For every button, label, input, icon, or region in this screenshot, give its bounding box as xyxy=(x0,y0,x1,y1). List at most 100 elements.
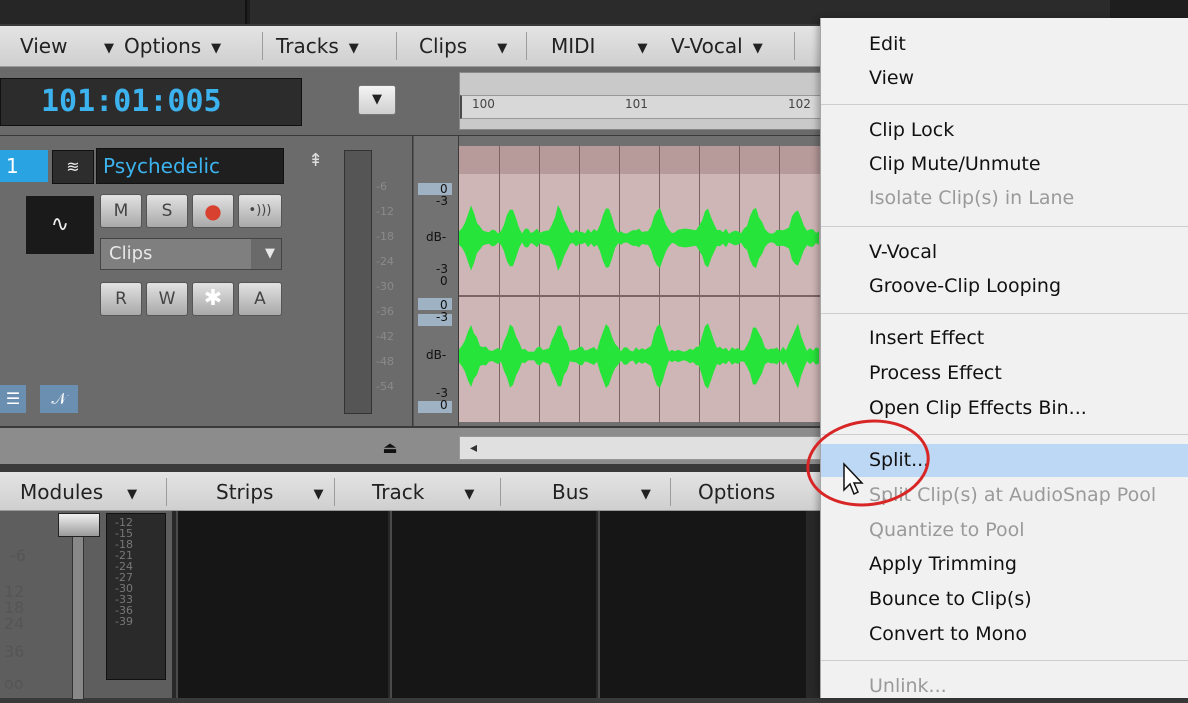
menu-clips[interactable]: Clips ▼ xyxy=(419,26,507,66)
menu-separator xyxy=(262,32,263,60)
collapse-arrow-icon[interactable]: ⇞ xyxy=(308,150,323,171)
menu-item-apply-trimming[interactable]: Apply Trimming xyxy=(821,548,1188,581)
meter-tick: -18 xyxy=(376,230,394,243)
menu-item-insert-effect[interactable]: Insert Effect xyxy=(821,322,1188,355)
clip-context-menu: Edit View Clip Lock Clip Mute/Unmute Iso… xyxy=(820,18,1188,698)
now-time-display[interactable]: 101:01:005 xyxy=(0,78,302,126)
menu-separator xyxy=(396,32,397,60)
menu-item-edit[interactable]: Edit xyxy=(821,28,1188,61)
eject-icon[interactable]: ⏏ xyxy=(375,438,405,458)
menu-clips-label: Clips xyxy=(419,34,468,58)
menu-item-unlink: Unlink... xyxy=(869,675,947,697)
clip-waveform xyxy=(459,146,820,422)
scroll-left-icon[interactable]: ◂ xyxy=(470,437,477,459)
input-echo-button[interactable]: •))) xyxy=(238,194,282,228)
read-automation-button[interactable]: R xyxy=(100,282,142,316)
menu-tracks-label: Tracks xyxy=(276,34,339,58)
menu-v-vocal[interactable]: V-Vocal ▼ xyxy=(671,26,763,66)
fx-bypass-button[interactable]: ✱ xyxy=(192,282,234,316)
meter-tick: -42 xyxy=(376,330,394,343)
waveform-channel-left xyxy=(459,205,819,271)
chevron-down-icon: ▼ xyxy=(464,487,475,502)
menu-item-view[interactable]: View xyxy=(821,62,1188,95)
menu-v-vocal-label: V-Vocal xyxy=(671,34,743,58)
console-menu-track-label: Track xyxy=(372,480,425,504)
chevron-down-icon: ▼ xyxy=(637,41,648,56)
meter-tick: -48 xyxy=(376,355,394,368)
menu-item-bounce-to-clips[interactable]: Bounce to Clip(s) xyxy=(821,583,1188,616)
meter-tick: -39 xyxy=(115,615,133,628)
chevron-down-icon: ▼ xyxy=(497,41,508,56)
menu-item-convert-to-mono[interactable]: Convert to Mono xyxy=(821,618,1188,651)
menu-item-isolate-clips: Isolate Clip(s) in Lane xyxy=(869,187,1075,209)
volume-fader-handle[interactable] xyxy=(58,513,100,537)
fader-tick: 36 xyxy=(4,642,25,661)
chevron-down-icon: ▼ xyxy=(127,487,138,502)
channel-level-meter: -12 -15 -18 -21 -24 -27 -30 -33 -36 -39 xyxy=(106,513,166,680)
fader-tick: oo xyxy=(4,674,24,693)
menu-separator xyxy=(821,104,1188,105)
audio-track-icon[interactable]: ≋ xyxy=(52,150,94,184)
record-arm-button[interactable]: ● xyxy=(192,194,234,228)
track-strip-toggle-icon[interactable]: ☰ xyxy=(0,385,26,413)
archive-button[interactable]: A xyxy=(238,282,282,316)
write-automation-button[interactable]: W xyxy=(146,282,188,316)
horizontal-scrollbar[interactable]: ◂ xyxy=(459,436,822,460)
automation-lane-icon[interactable]: 𝒩 xyxy=(40,385,78,413)
clip-grid xyxy=(499,146,780,422)
track-view-dropdown[interactable]: Clips ▼ xyxy=(100,238,282,270)
volume-fader-track[interactable] xyxy=(72,515,84,700)
menu-options[interactable]: ▼ Options ▼ xyxy=(104,26,221,66)
timeline-dropdown-button[interactable]: ▼ xyxy=(358,85,396,115)
console-menu-bus[interactable]: Bus ▼ xyxy=(552,472,651,512)
menu-item-clip-lock[interactable]: Clip Lock xyxy=(821,114,1188,147)
meter-tick: -24 xyxy=(376,255,394,268)
solo-button[interactable]: S xyxy=(146,194,188,228)
mouse-pointer-icon xyxy=(843,462,864,496)
chevron-down-icon: ▼ xyxy=(348,41,359,56)
console-strip[interactable] xyxy=(598,511,806,698)
console-menu-strips[interactable]: Strips ▼ xyxy=(216,472,323,512)
meter-tick: -54 xyxy=(376,380,394,393)
console-strip[interactable] xyxy=(176,511,388,698)
track-view-menubar: View ▼ Options ▼ Tracks ▼ Clips ▼ MIDI ▼ V-Vo… xyxy=(0,26,820,67)
menu-tracks[interactable]: Tracks ▼ xyxy=(276,26,359,66)
menu-item-quantize-to-pool: Quantize to Pool xyxy=(869,519,1025,541)
menu-midi[interactable]: MIDI ▼ xyxy=(551,26,647,66)
chevron-down-icon: ▼ xyxy=(104,41,114,56)
clip-db-scale: 0 -3 dB- -3 0 0 -3 dB- -3 0 xyxy=(413,136,458,426)
menu-view[interactable]: View xyxy=(20,26,67,66)
console-strip[interactable] xyxy=(390,511,596,698)
chevron-down-icon: ▼ xyxy=(251,239,281,269)
console-menu-options[interactable]: Options xyxy=(698,472,775,512)
menu-item-process-effect[interactable]: Process Effect xyxy=(821,357,1188,390)
console-menubar: Modules ▼ Strips ▼ Track ▼ Bus ▼ Options xyxy=(0,472,820,511)
mute-button[interactable]: M xyxy=(100,194,142,228)
waveform-channel-right xyxy=(459,323,819,389)
ruler-tick-label: 101 xyxy=(625,97,648,111)
timeline-ruler[interactable]: 100 101 102 xyxy=(459,72,823,130)
menu-separator xyxy=(821,226,1188,227)
db-label: -3 xyxy=(436,194,448,208)
track-name-field[interactable]: Psychedelic xyxy=(96,148,284,184)
menu-separator xyxy=(821,660,1188,661)
track-level-meter xyxy=(344,150,372,414)
track-number[interactable]: 1 xyxy=(0,150,48,182)
chevron-down-icon: ▼ xyxy=(372,92,382,107)
waveform-thumbnail-icon: ∿ xyxy=(26,196,94,254)
ruler-tick-label: 102 xyxy=(788,97,811,111)
menu-item-groove-clip-looping[interactable]: Groove-Clip Looping xyxy=(821,270,1188,303)
menu-midi-label: MIDI xyxy=(551,34,596,58)
menu-separator xyxy=(166,478,167,506)
meter-tick: -30 xyxy=(376,280,394,293)
chevron-down-icon: ▼ xyxy=(752,41,763,56)
console-menu-track[interactable]: Track ▼ xyxy=(372,472,474,512)
db-label: 0 xyxy=(440,274,448,288)
menu-item-v-vocal[interactable]: V-Vocal xyxy=(821,236,1188,269)
console-menu-modules-label: Modules xyxy=(20,480,104,504)
fader-tick: 24 xyxy=(4,614,25,633)
menu-item-clip-mute[interactable]: Clip Mute/Unmute xyxy=(821,148,1188,181)
console-menu-options-label: Options xyxy=(698,480,776,504)
menu-separator xyxy=(670,478,671,506)
console-menu-modules[interactable]: Modules ▼ xyxy=(20,472,137,512)
